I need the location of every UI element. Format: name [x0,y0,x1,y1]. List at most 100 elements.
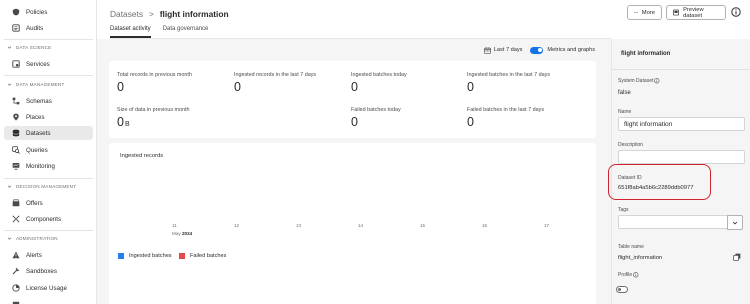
nav-item-offers[interactable]: Offers [4,196,93,210]
info-icon[interactable] [731,7,741,17]
nav-label: Policies [26,8,48,16]
field-label: System Dataset [618,78,654,84]
queries-icon [12,146,20,154]
metric-ingested-records: Ingested records in the last 7 days 0 [234,72,316,94]
breadcrumb-separator: > [149,9,154,19]
more-icon [634,12,638,13]
metric-ingested-batches-today: Ingested batches today 0 [351,72,407,94]
metric-value: 0 [351,80,358,94]
metric-label: Ingested batches in the last 7 days [467,72,551,78]
profile-label: Profile [618,272,639,278]
nav-item-places[interactable]: Places [4,110,93,124]
license-icon [12,284,20,292]
metric-label: Failed batches in the last 7 days [467,107,545,113]
system-dataset-label: System Dataset [618,78,660,84]
nav-item-policies[interactable]: Policies [4,5,93,19]
chart-title: Ingested records [120,153,164,159]
nav-item-license-usage[interactable]: License Usage [4,281,93,295]
metric-size-number: 0 [117,115,124,129]
description-field[interactable] [618,150,745,164]
tags-dropdown-button[interactable] [727,215,743,230]
nav-section-administration[interactable]: ADMINISTRATION [7,236,58,241]
sandboxes-icon [12,267,20,275]
activity-canvas: Last 7 days Metrics and graphs Total rec… [97,39,611,304]
nav-item-components[interactable]: Components [4,212,93,226]
metric-failed-7d: Failed batches in the last 7 days 0 [467,107,544,129]
nav-label: Queries [26,146,48,154]
more-button[interactable]: More [627,5,662,20]
breadcrumb-datasets-link[interactable]: Datasets [110,9,143,19]
nav-item-services[interactable]: Services [4,57,93,71]
tab-list: Dataset activity Data governance [110,26,208,38]
x-tick-label: 16 [482,223,488,228]
date-range-label: Last 7 days [493,47,523,53]
nav-label: Audits [26,24,44,32]
nav-item-audits[interactable]: Audits [4,21,93,35]
nav-item-schemas[interactable]: Schemas [4,94,93,108]
x-tick-label: 13 [296,223,302,228]
metrics-toggle-switch[interactable] [530,46,544,54]
x-axis-month-label: May 2024 [172,231,192,236]
nav-item-datasets[interactable]: Datasets [4,126,93,140]
metric-size-unit: B [124,121,130,128]
monitoring-icon [12,162,20,170]
components-icon [12,215,20,223]
chevron-down-icon [7,46,12,49]
nav-divider [4,75,93,76]
date-range-picker[interactable]: Last 7 days [484,46,523,54]
nav-item-alerts[interactable]: Alerts [4,248,93,262]
info-icon[interactable] [633,272,639,278]
nav-item-queries[interactable]: Queries [4,143,93,157]
info-icon[interactable] [654,78,660,84]
profile-toggle[interactable] [616,286,628,293]
nav-divider [4,39,93,40]
calendar-icon [484,46,491,54]
system-dataset-value: false [618,90,631,96]
metric-label: Ingested batches today [351,72,407,78]
policies-icon [12,8,20,16]
alert-icon [12,251,20,259]
nav-section-decision-management[interactable]: DECISION MANAGEMENT [7,184,76,189]
legend-failed[interactable]: Failed batches [179,253,226,259]
metric-label: Size of data in previous month [117,107,190,113]
tags-input[interactable] [618,215,729,229]
breadcrumb: Datasets > flight information [110,9,229,19]
metric-value: 0 [351,115,358,129]
tab-data-governance[interactable]: Data governance [163,26,209,38]
nav-label: License Usage [26,284,67,292]
name-field[interactable]: flight information [618,117,745,131]
nav-section-data-management[interactable]: DATA MANAGEMENT [7,82,65,87]
more-button-label: More [641,9,655,16]
metric-data-size: Size of data in previous month 0B [117,107,190,129]
map-pin-icon [12,113,20,121]
nav-item-sandboxes[interactable]: Sandboxes [4,264,93,278]
copy-icon[interactable] [733,253,741,261]
nav-item-monitoring[interactable]: Monitoring [4,159,93,173]
main-content: Datasets > flight information Dataset ac… [97,0,611,304]
tab-dataset-activity[interactable]: Dataset activity [110,26,151,38]
panel-header: flight information [612,39,750,70]
x-tick-label: 11 [172,223,177,228]
table-name-label: Table name [618,244,644,250]
chevron-down-icon [7,83,12,86]
metric-value: 0 [467,80,474,94]
metric-label: Total records in previous month [117,72,192,78]
legend-label: Failed batches [190,253,227,259]
legend-swatch-ingested [118,253,124,259]
nav-item-more[interactable] [4,298,93,304]
section-label: DATA SCIENCE [16,45,52,50]
section-label: ADMINISTRATION [16,236,58,241]
metrics-toggle[interactable]: Metrics and graphs [530,46,595,54]
audits-icon [12,24,20,32]
preview-dataset-button[interactable]: Preview dataset [666,5,726,20]
section-label: DATA MANAGEMENT [16,82,65,87]
legend-ingested[interactable]: Ingested batches [118,253,172,259]
nav-section-data-science[interactable]: DATA SCIENCE [7,45,51,50]
metric-ingested-batches-7d: Ingested batches in the last 7 days 0 [467,72,550,94]
nav-label: Services [26,60,50,68]
metrics-card: Total records in previous month 0 Ingest… [109,61,596,138]
metric-value: 0B [117,115,190,129]
page-title: flight information [159,9,229,19]
month-label: May [172,231,181,236]
description-label: Description [618,142,644,148]
